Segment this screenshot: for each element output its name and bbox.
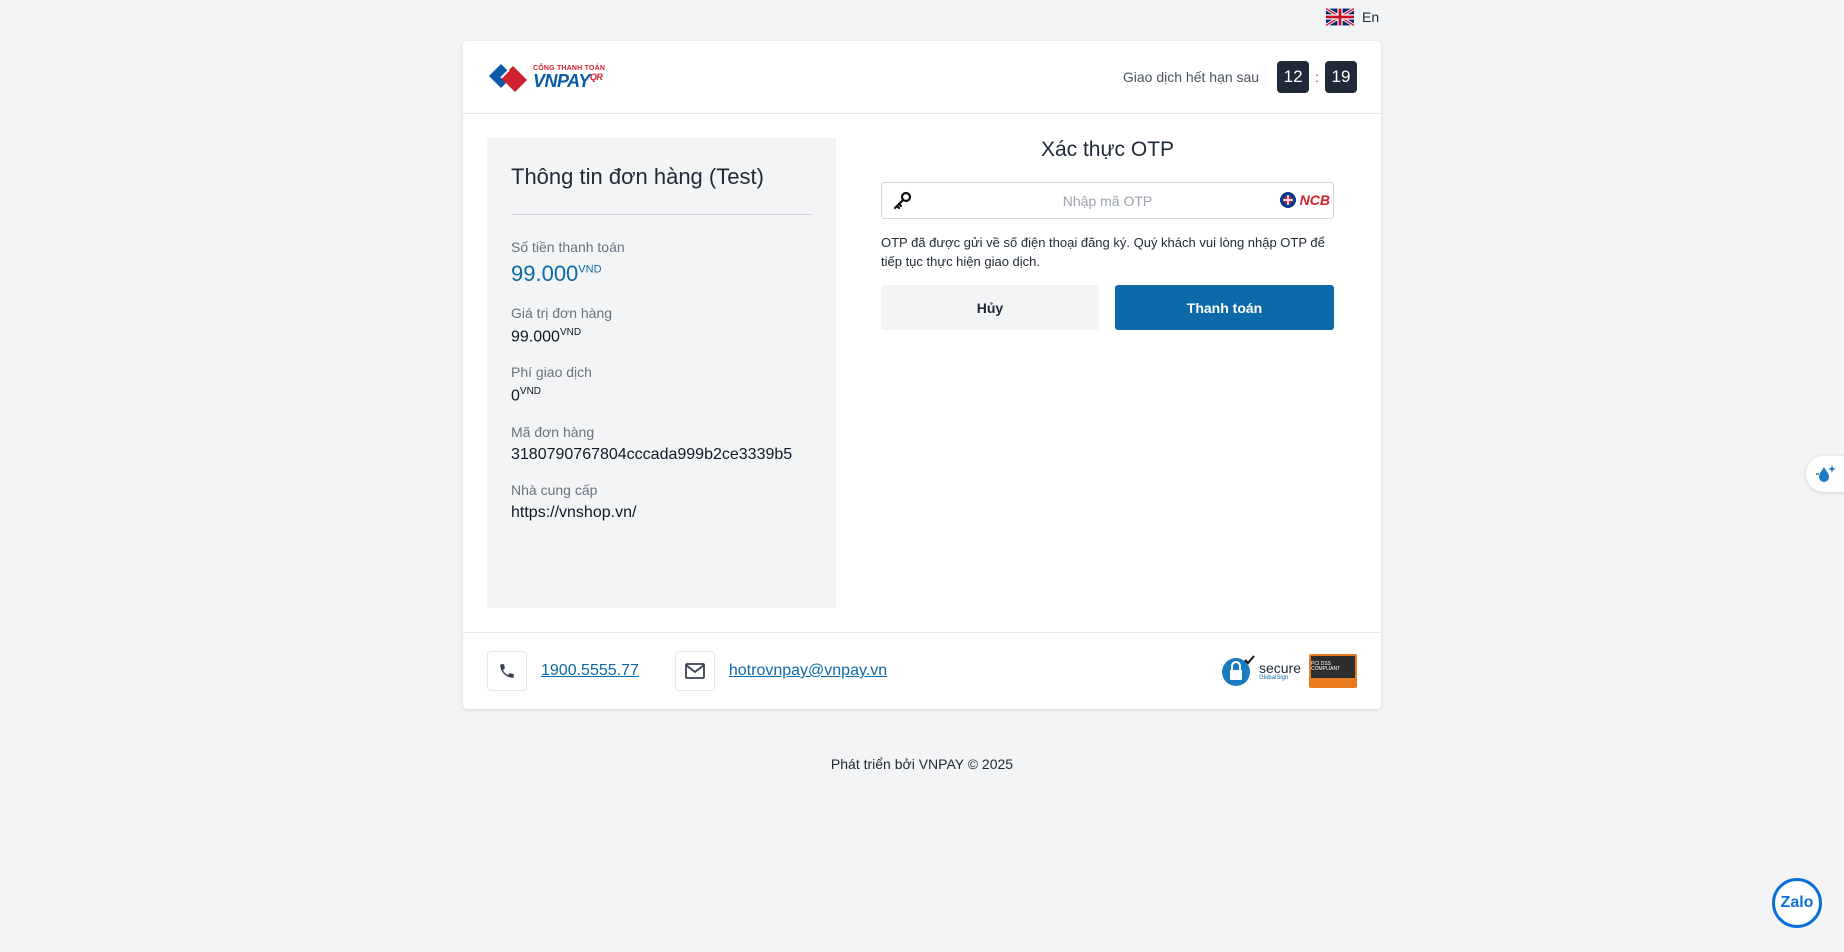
transaction-fee-value: 0VND — [511, 386, 542, 405]
order-divider — [511, 214, 812, 215]
side-assistant-widget[interactable] — [1806, 456, 1844, 492]
otp-note: OTP đã được gửi về số điện thoại đăng ký… — [881, 235, 1325, 269]
timer-separator: : — [1315, 69, 1319, 85]
page-footer: Phát triển bởi VNPAY © 2025 — [830, 756, 1014, 772]
cancel-button[interactable]: Hủy — [881, 285, 1099, 330]
otp-panel: Xác thực OTP NCB OTP đã được gửi về số đ… — [881, 138, 1334, 330]
order-info-panel: Thông tin đơn hàng (Test) Số tiền thanh … — [487, 138, 836, 608]
field-label: Số tiền thanh toán — [511, 239, 625, 255]
field-label: Mã đơn hàng — [511, 423, 595, 440]
phone-icon — [487, 651, 527, 691]
secure-text: secure — [1258, 660, 1301, 676]
vnpay-logo: CỔNG THANH TOÁN VNPAYQR — [487, 60, 605, 94]
pci-dss-badge: PCI DSS COMPLIANT — [1309, 654, 1357, 688]
lock-icon — [1221, 655, 1255, 686]
pay-button[interactable]: Thanh toán — [1115, 285, 1334, 330]
provider-field: Nhà cung cấp https://vnshop.vn/ — [511, 482, 812, 522]
security-badges: secure GlobalSign PCI DSS COMPLIANT — [1221, 654, 1357, 688]
pci-text: PCI DSS COMPLIANT — [1311, 660, 1341, 672]
field-label: Giá trị đơn hàng — [511, 305, 613, 321]
logo-title: VNPAYQR — [533, 70, 603, 91]
order-id-value: 3180790767804cccada999b2ce3339b5 — [511, 445, 793, 463]
payment-card: CỔNG THANH TOÁN VNPAYQR Giao dịch hết hạ… — [463, 41, 1381, 709]
otp-input-wrapper: NCB — [881, 182, 1334, 219]
expiry-timer: Giao dịch hết hạn sau 12 : 19 — [1123, 61, 1357, 93]
ncb-bank-logo: NCB — [1278, 190, 1330, 210]
phone-contact: 1900.5555.77 — [487, 651, 639, 691]
order-title: Thông tin đơn hàng (Test) — [511, 164, 764, 189]
timer-label: Giao dịch hết hạn sau — [1122, 69, 1260, 85]
key-icon — [893, 191, 912, 210]
order-id-field: Mã đơn hàng 3180790767804cccada999b2ce33… — [511, 424, 812, 464]
field-label: Phí giao dịch — [511, 364, 592, 381]
card-header: CỔNG THANH TOÁN VNPAYQR Giao dịch hết hạ… — [463, 41, 1381, 114]
language-label: En — [1362, 9, 1380, 25]
phone-link[interactable]: 1900.5555.77 — [541, 662, 639, 680]
otp-title: Xác thực OTP — [1040, 138, 1175, 161]
globalsign-text: GlobalSign — [1258, 675, 1289, 681]
payment-amount-value: 99.000VND — [511, 261, 602, 286]
otp-input[interactable] — [882, 183, 1333, 218]
provider-value: https://vnshop.vn/ — [511, 503, 637, 521]
field-label: Nhà cung cấp — [511, 481, 598, 498]
globalsign-secure-badge: secure GlobalSign — [1221, 654, 1301, 688]
email-contact: hotrovnpay@vnpay.vn — [674, 651, 887, 691]
email-link[interactable]: hotrovnpay@vnpay.vn — [729, 662, 887, 680]
uk-flag-icon — [1326, 8, 1354, 26]
card-body: Thông tin đơn hàng (Test) Số tiền thanh … — [463, 114, 1381, 632]
order-value-field: Giá trị đơn hàng 99.000VND — [511, 305, 812, 346]
order-value-value: 99.000VND — [511, 327, 582, 346]
timer-minutes: 12 — [1277, 61, 1310, 93]
payment-amount-field: Số tiền thanh toán 99.000VND — [511, 239, 812, 287]
transaction-fee-field: Phí giao dịch 0VND — [511, 364, 812, 405]
language-switcher[interactable]: En — [1326, 8, 1379, 26]
timer-seconds: 19 — [1325, 61, 1357, 93]
card-footer: 1900.5555.77 hotrovnpay@vnpay.vn secure … — [463, 632, 1381, 709]
ncb-logo-icon — [1279, 192, 1296, 208]
mail-icon — [674, 651, 715, 691]
otp-actions: Hủy Thanh toán — [881, 285, 1334, 330]
ncb-logo-text: NCB — [1299, 192, 1330, 208]
sparkle-drop-icon — [1816, 465, 1836, 482]
zalo-chat-button[interactable]: Zalo — [1772, 878, 1822, 928]
vnpay-logo-icon — [489, 64, 527, 92]
